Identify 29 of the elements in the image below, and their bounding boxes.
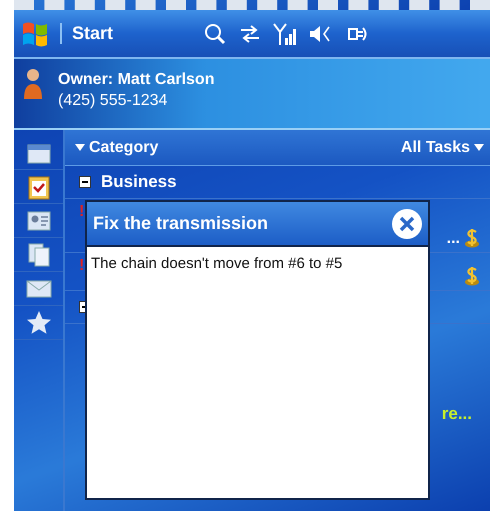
- envelope-icon[interactable]: [26, 280, 52, 298]
- caret-icon: [474, 144, 484, 152]
- owner-phone: (425) 555-1234: [58, 92, 168, 110]
- filter-label[interactable]: All Tasks: [400, 138, 470, 156]
- collapse-icon[interactable]: [79, 176, 91, 188]
- popup-title: Fix the transmission: [93, 213, 268, 234]
- calendar-icon[interactable]: [26, 142, 50, 164]
- owner-name: Owner: Matt Carlson: [58, 71, 214, 89]
- notes-icon[interactable]: [28, 242, 50, 266]
- caret-icon: [75, 144, 85, 152]
- sync-arrows-icon[interactable]: [239, 24, 262, 44]
- clipboard-icon[interactable]: [28, 174, 50, 200]
- popup-note: The chain doesn't move from #6 to #5: [90, 254, 344, 274]
- person-icon: [22, 67, 44, 101]
- dollar-coin-icon: [464, 266, 480, 286]
- more-link[interactable]: re...: [442, 404, 472, 424]
- signal-icon[interactable]: [273, 22, 298, 46]
- dollar-coin-icon: [464, 228, 480, 248]
- search-icon[interactable]: [203, 22, 228, 46]
- sort-label[interactable]: Category: [89, 138, 158, 156]
- contact-card-icon[interactable]: [26, 210, 50, 232]
- star-icon[interactable]: [26, 310, 52, 336]
- close-button[interactable]: [392, 208, 422, 238]
- priority-mark: !: [79, 203, 84, 221]
- group-name[interactable]: Business: [101, 172, 177, 192]
- priority-mark: !: [79, 257, 84, 275]
- start-menu-label[interactable]: Start: [60, 23, 114, 44]
- task-text: ...: [446, 230, 460, 248]
- close-icon: [398, 214, 416, 232]
